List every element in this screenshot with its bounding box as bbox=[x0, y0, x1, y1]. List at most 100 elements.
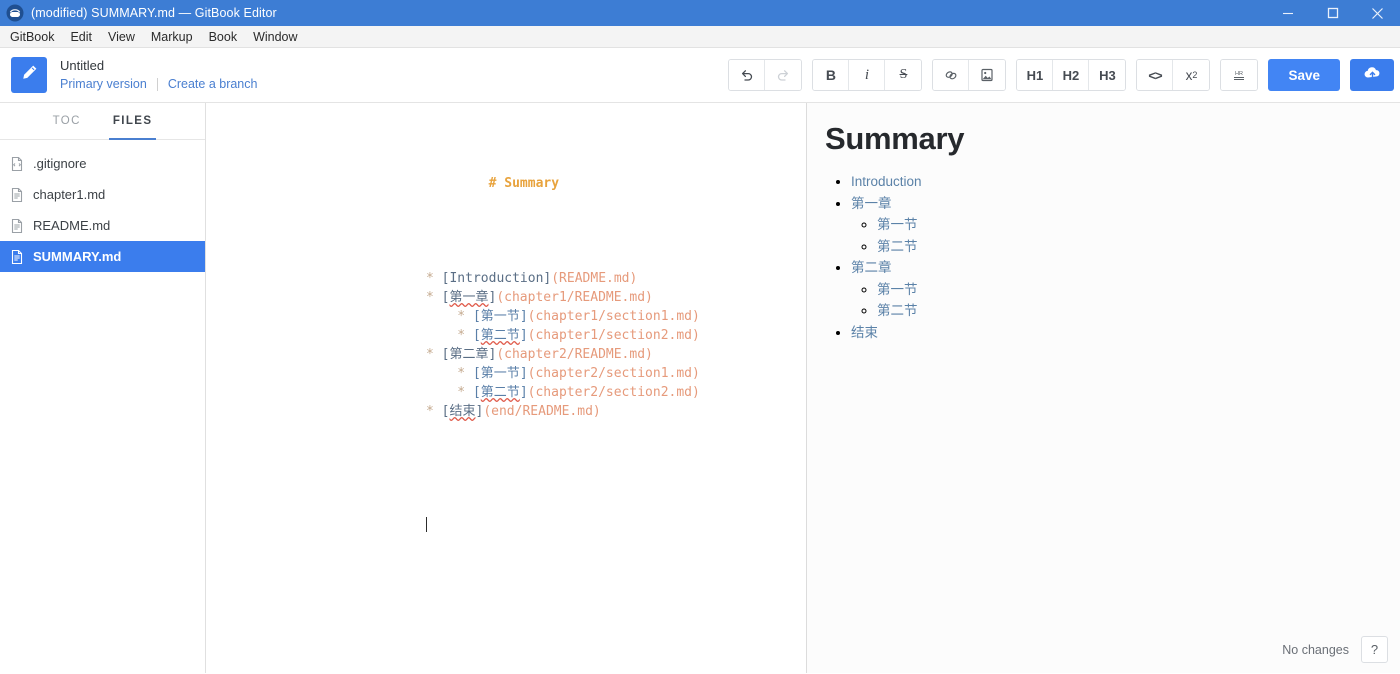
gitignore-file-icon bbox=[9, 156, 25, 172]
editor-line[interactable]: * [第二节](chapter2/section2.md) bbox=[426, 383, 806, 402]
heading1-button[interactable]: H1 bbox=[1017, 60, 1054, 90]
editor-link-bracket: [ bbox=[472, 309, 481, 324]
tab-toc[interactable]: TOC bbox=[49, 103, 85, 140]
status-bar: No changes ? bbox=[1282, 636, 1388, 663]
editor-link-bracket: ] bbox=[519, 328, 528, 343]
menu-bar: GitBook Edit View Markup Book Window bbox=[0, 26, 1400, 48]
undo-icon[interactable] bbox=[729, 60, 766, 90]
editor-link-bracket: ] bbox=[519, 309, 528, 324]
editor-line-blank bbox=[426, 212, 806, 231]
editor-link-url: (chapter2/README.md) bbox=[496, 347, 653, 362]
preview-list-item: 结束 bbox=[851, 322, 1374, 344]
editor-line-blank-2 bbox=[426, 459, 806, 478]
divider bbox=[156, 78, 158, 92]
markdown-file-icon bbox=[9, 249, 25, 265]
window-title: (modified) SUMMARY.md — GitBook Editor bbox=[31, 6, 277, 20]
book-logo[interactable] bbox=[11, 57, 47, 93]
preview-toc-list: Introduction第一章第一节第二节第二章第一节第二节结束 bbox=[825, 171, 1374, 343]
markdown-file-icon bbox=[9, 187, 25, 203]
create-branch-link[interactable]: Create a branch bbox=[168, 77, 258, 93]
toolbar-group-text-format: B i S bbox=[812, 59, 923, 91]
main-body: TOC FILES .gitignore chapter1.md README.… bbox=[0, 103, 1400, 673]
bold-button[interactable]: B bbox=[813, 60, 850, 90]
editor-line-group: * [Introduction](README.md) * [第一章](chapt… bbox=[426, 269, 806, 421]
toolbar-group-code-script: <> x2 bbox=[1136, 59, 1211, 91]
editor-link-url: (end/README.md) bbox=[483, 404, 601, 419]
gitbook-icon bbox=[6, 4, 24, 22]
save-button[interactable]: Save bbox=[1268, 59, 1340, 91]
code-button[interactable]: <> bbox=[1137, 60, 1174, 90]
editor-caret-line bbox=[426, 516, 806, 535]
editor-link-url: (chapter1/section1.md) bbox=[527, 309, 700, 324]
primary-version-link[interactable]: Primary version bbox=[60, 77, 147, 93]
editor-bullet: * bbox=[426, 404, 442, 419]
book-meta: Untitled Primary version Create a branch bbox=[60, 58, 257, 93]
preview-link[interactable]: 第二节 bbox=[877, 239, 918, 254]
editor-link-url: (README.md) bbox=[551, 271, 638, 286]
help-button[interactable]: ? bbox=[1361, 636, 1388, 663]
editor-line[interactable]: * [Introduction](README.md) bbox=[426, 269, 806, 288]
preview-sublist-item: 第二节 bbox=[877, 236, 1374, 258]
preview-list-item: 第一章第一节第二节 bbox=[851, 193, 1374, 258]
minimize-icon[interactable] bbox=[1265, 0, 1310, 26]
file-name: SUMMARY.md bbox=[33, 249, 122, 264]
file-list-item-summary[interactable]: SUMMARY.md bbox=[0, 241, 205, 272]
editor-line[interactable]: * [第二章](chapter2/README.md) bbox=[426, 345, 806, 364]
editor-line[interactable]: * [第一节](chapter1/section1.md) bbox=[426, 307, 806, 326]
publish-button[interactable] bbox=[1350, 59, 1394, 91]
editor-link-label: 第二节 bbox=[480, 385, 520, 400]
preview-link[interactable]: 第一节 bbox=[877, 217, 918, 232]
markdown-editor[interactable]: # Summary * [Introduction](README.md) * [… bbox=[206, 103, 807, 673]
editor-content[interactable]: # Summary * [Introduction](README.md) * [… bbox=[426, 117, 806, 573]
heading2-button[interactable]: H2 bbox=[1053, 60, 1090, 90]
formatting-toolbar: B i S H1 H2 H3 <> x 2 HR Save bbox=[728, 59, 1394, 91]
menu-item-window[interactable]: Window bbox=[245, 28, 305, 46]
maximize-icon[interactable] bbox=[1310, 0, 1355, 26]
menu-item-gitbook[interactable]: GitBook bbox=[2, 28, 62, 46]
menu-item-edit[interactable]: Edit bbox=[62, 28, 100, 46]
preview-link[interactable]: 第二章 bbox=[851, 260, 892, 275]
redo-icon[interactable] bbox=[765, 60, 802, 90]
file-list-item-gitignore[interactable]: .gitignore bbox=[0, 148, 205, 179]
subscript-button[interactable]: x2 bbox=[1173, 60, 1210, 90]
link-icon[interactable] bbox=[933, 60, 970, 90]
sidebar-tabs: TOC FILES bbox=[0, 103, 205, 140]
svg-text:HR: HR bbox=[1235, 71, 1243, 77]
menu-item-book[interactable]: Book bbox=[201, 28, 246, 46]
subscript-base: x bbox=[1185, 67, 1193, 83]
italic-button[interactable]: i bbox=[849, 60, 886, 90]
editor-line[interactable]: * [第一章](chapter1/README.md) bbox=[426, 288, 806, 307]
editor-bullet: * bbox=[426, 290, 442, 305]
heading3-button[interactable]: H3 bbox=[1089, 60, 1126, 90]
strikethrough-button[interactable]: S bbox=[885, 60, 922, 90]
menu-item-view[interactable]: View bbox=[100, 28, 143, 46]
status-text: No changes bbox=[1282, 642, 1349, 657]
editor-bullet: * bbox=[426, 347, 442, 362]
close-icon[interactable] bbox=[1355, 0, 1400, 26]
editor-line[interactable]: * [第二节](chapter1/section2.md) bbox=[426, 326, 806, 345]
preview-link[interactable]: 第一章 bbox=[851, 196, 892, 211]
editor-link-label: 第二节 bbox=[480, 328, 520, 343]
toolbar-group-insert bbox=[932, 59, 1007, 91]
file-list: .gitignore chapter1.md README.md SUMMARY… bbox=[0, 140, 205, 272]
preview-title: Summary bbox=[825, 121, 965, 156]
editor-link-label: 第一章 bbox=[449, 290, 489, 305]
file-list-item-chapter1[interactable]: chapter1.md bbox=[0, 179, 205, 210]
horizontal-rule-icon[interactable]: HR bbox=[1221, 60, 1258, 90]
preview-list-item: 第二章第一节第二节 bbox=[851, 257, 1374, 322]
editor-link-label: Introduction bbox=[449, 271, 544, 286]
preview-content: Summary Introduction第一章第一节第二节第二章第一节第二节结束 bbox=[807, 103, 1400, 343]
preview-link[interactable]: Introduction bbox=[851, 174, 922, 189]
preview-link[interactable]: 第一节 bbox=[877, 282, 918, 297]
cloud-upload-icon bbox=[1363, 65, 1382, 85]
file-list-item-readme[interactable]: README.md bbox=[0, 210, 205, 241]
menu-item-markup[interactable]: Markup bbox=[143, 28, 201, 46]
editor-bullet: * bbox=[426, 385, 473, 400]
editor-line[interactable]: * [第一节](chapter2/section1.md) bbox=[426, 364, 806, 383]
book-title: Untitled bbox=[60, 57, 105, 73]
editor-line[interactable]: * [结束](end/README.md) bbox=[426, 402, 806, 421]
image-icon[interactable] bbox=[969, 60, 1006, 90]
preview-link[interactable]: 结束 bbox=[851, 325, 878, 340]
preview-link[interactable]: 第二节 bbox=[877, 303, 918, 318]
tab-files[interactable]: FILES bbox=[108, 103, 157, 140]
